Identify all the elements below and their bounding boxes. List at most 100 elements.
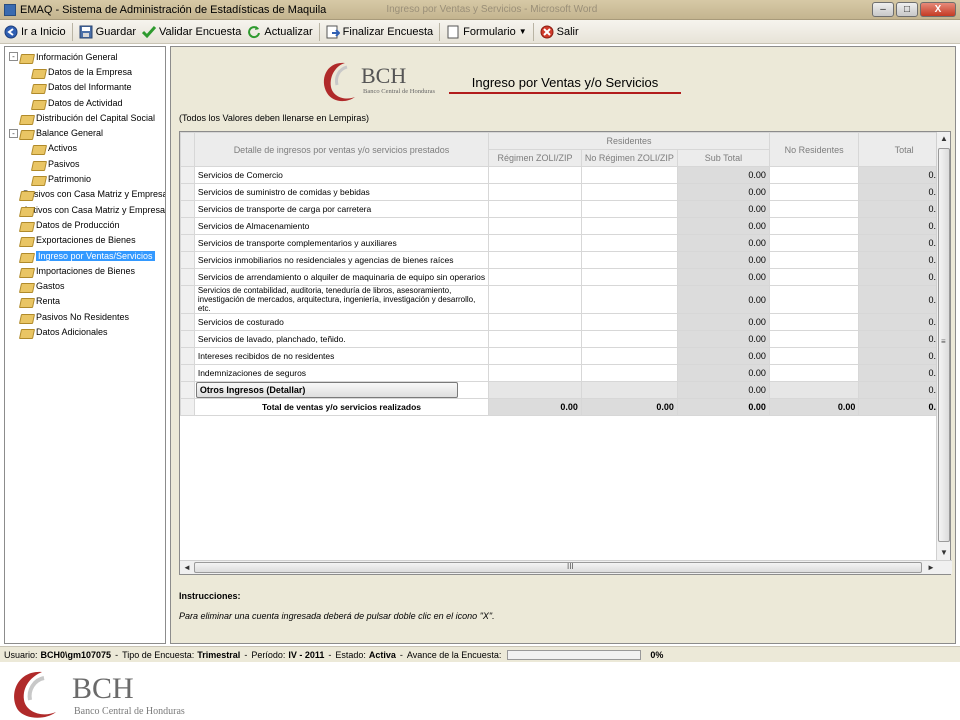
title-underline: [449, 92, 681, 94]
form-document-icon: [446, 25, 460, 39]
no-regimen-input[interactable]: [580, 234, 678, 252]
no-regimen-input[interactable]: [580, 330, 678, 348]
actualizar-button[interactable]: Actualizar: [247, 25, 313, 39]
row-header-cell[interactable]: [180, 285, 195, 314]
no-regimen-input[interactable]: [580, 183, 678, 201]
regimen-zoli-input[interactable]: [488, 330, 582, 348]
no-residentes-input[interactable]: [768, 217, 860, 235]
otros-ingresos-button[interactable]: Otros Ingresos (Detallar): [195, 382, 458, 398]
no-regimen-input[interactable]: [580, 251, 678, 269]
salir-button[interactable]: Salir: [540, 25, 579, 39]
horizontal-scroll-thumb[interactable]: III: [194, 562, 922, 573]
guardar-button[interactable]: Guardar: [79, 25, 136, 39]
formulario-dropdown[interactable]: Formulario ▼: [446, 25, 527, 39]
regimen-zoli-input[interactable]: [488, 183, 582, 201]
row-header-cell[interactable]: [180, 251, 195, 269]
tree-item[interactable]: Exportaciones de Bienes: [5, 233, 165, 248]
no-residentes-input[interactable]: [768, 347, 860, 365]
regimen-zoli-input[interactable]: [488, 313, 582, 331]
row-header-cell[interactable]: [180, 200, 195, 218]
no-residentes-input[interactable]: [768, 166, 860, 184]
tree-item-label: Patrimonio: [48, 174, 92, 185]
no-regimen-input[interactable]: [580, 268, 678, 286]
vertical-scrollbar[interactable]: ▲ ≡ ▼: [936, 132, 950, 560]
regimen-zoli-input[interactable]: [488, 217, 582, 235]
tree-item[interactable]: Ingreso por Ventas/Servicios: [5, 248, 165, 263]
tree-item[interactable]: Datos de Producción: [5, 217, 165, 232]
tree-item[interactable]: Importaciones de Bienes: [5, 263, 165, 278]
regimen-zoli-input[interactable]: [488, 251, 582, 269]
scroll-right-icon[interactable]: ►: [924, 561, 938, 575]
no-residentes-input[interactable]: [768, 251, 860, 269]
tree-item[interactable]: Pasivos con Casa Matriz y Empresas Filia: [5, 187, 165, 202]
no-residentes-input[interactable]: [768, 200, 860, 218]
no-residentes-input[interactable]: [768, 313, 860, 331]
tree-item[interactable]: Datos del Informante: [5, 80, 165, 95]
tree-item[interactable]: Activos: [5, 141, 165, 156]
tree-item[interactable]: - Información General: [5, 49, 165, 64]
no-residentes-input[interactable]: [768, 364, 860, 382]
tree-item[interactable]: Pasivos: [5, 156, 165, 171]
row-header-cell[interactable]: [180, 313, 195, 331]
row-header-cell[interactable]: [180, 381, 195, 399]
finalizar-button[interactable]: Finalizar Encuesta: [326, 25, 434, 39]
tree-item-label: Ingreso por Ventas/Servicios: [36, 250, 155, 261]
validar-button[interactable]: Validar Encuesta: [142, 25, 241, 39]
regimen-zoli-input[interactable]: [488, 364, 582, 382]
regimen-zoli-input[interactable]: [488, 268, 582, 286]
no-residentes-input[interactable]: [768, 285, 860, 314]
finalizar-label: Finalizar Encuesta: [342, 25, 434, 38]
no-regimen-input[interactable]: [580, 364, 678, 382]
no-residentes-input[interactable]: [768, 330, 860, 348]
collapse-icon[interactable]: -: [9, 52, 18, 62]
tree-item[interactable]: Pasivos No Residentes: [5, 309, 165, 324]
row-header-cell[interactable]: [180, 268, 195, 286]
col-detalle-header: Detalle de ingresos por ventas y/o servi…: [193, 132, 490, 167]
no-regimen-input[interactable]: [580, 313, 678, 331]
row-header-cell[interactable]: [180, 217, 195, 235]
row-header-cell[interactable]: [180, 364, 195, 382]
no-regimen-input[interactable]: [580, 166, 678, 184]
tree-item[interactable]: Datos de la Empresa: [5, 64, 165, 79]
horizontal-scrollbar[interactable]: ◄ III ►: [180, 560, 952, 574]
tree-item[interactable]: Distribución del Capital Social: [5, 110, 165, 125]
regimen-zoli-input[interactable]: [488, 200, 582, 218]
row-header-cell[interactable]: [180, 183, 195, 201]
total-row: Total de ventas y/o servicios realizados…: [180, 398, 950, 416]
scroll-up-icon[interactable]: ▲: [937, 132, 951, 146]
row-header-cell[interactable]: [180, 166, 195, 184]
regimen-zoli-input[interactable]: [488, 347, 582, 365]
maximize-button[interactable]: □: [896, 2, 918, 17]
row-header-cell: [180, 398, 195, 416]
no-regimen-input[interactable]: [580, 200, 678, 218]
close-button[interactable]: X: [920, 2, 956, 17]
regimen-zoli-input[interactable]: [488, 285, 582, 314]
no-residentes-input[interactable]: [768, 268, 860, 286]
regimen-zoli-input[interactable]: [488, 166, 582, 184]
no-residentes-input[interactable]: [768, 234, 860, 252]
no-regimen-input[interactable]: [580, 217, 678, 235]
progress-bar: [507, 649, 642, 660]
vertical-scroll-thumb[interactable]: ≡: [938, 148, 950, 542]
no-residentes-input[interactable]: [768, 183, 860, 201]
tree-item[interactable]: Patrimonio: [5, 171, 165, 186]
tree-item[interactable]: Gastos: [5, 278, 165, 293]
scroll-left-icon[interactable]: ◄: [180, 561, 194, 575]
tree-item[interactable]: Renta: [5, 294, 165, 309]
inicio-button[interactable]: Ir a Inicio: [4, 25, 66, 39]
row-header-cell[interactable]: [180, 347, 195, 365]
collapse-icon[interactable]: -: [9, 128, 18, 138]
tree-item[interactable]: Activos con Casa Matriz y Empresas Filia: [5, 202, 165, 217]
exit-icon: [540, 25, 554, 39]
row-header-cell[interactable]: [180, 234, 195, 252]
scroll-down-icon[interactable]: ▼: [937, 546, 951, 560]
tree-item[interactable]: Datos de Actividad: [5, 95, 165, 110]
row-header-cell[interactable]: [180, 330, 195, 348]
regimen-zoli-input[interactable]: [488, 234, 582, 252]
no-regimen-input[interactable]: [580, 285, 678, 314]
periodo-label: Período:: [251, 649, 286, 660]
no-regimen-input[interactable]: [580, 347, 678, 365]
minimize-button[interactable]: –: [872, 2, 894, 17]
tree-item[interactable]: Datos Adicionales: [5, 324, 165, 339]
tree-item[interactable]: - Balance General: [5, 125, 165, 140]
